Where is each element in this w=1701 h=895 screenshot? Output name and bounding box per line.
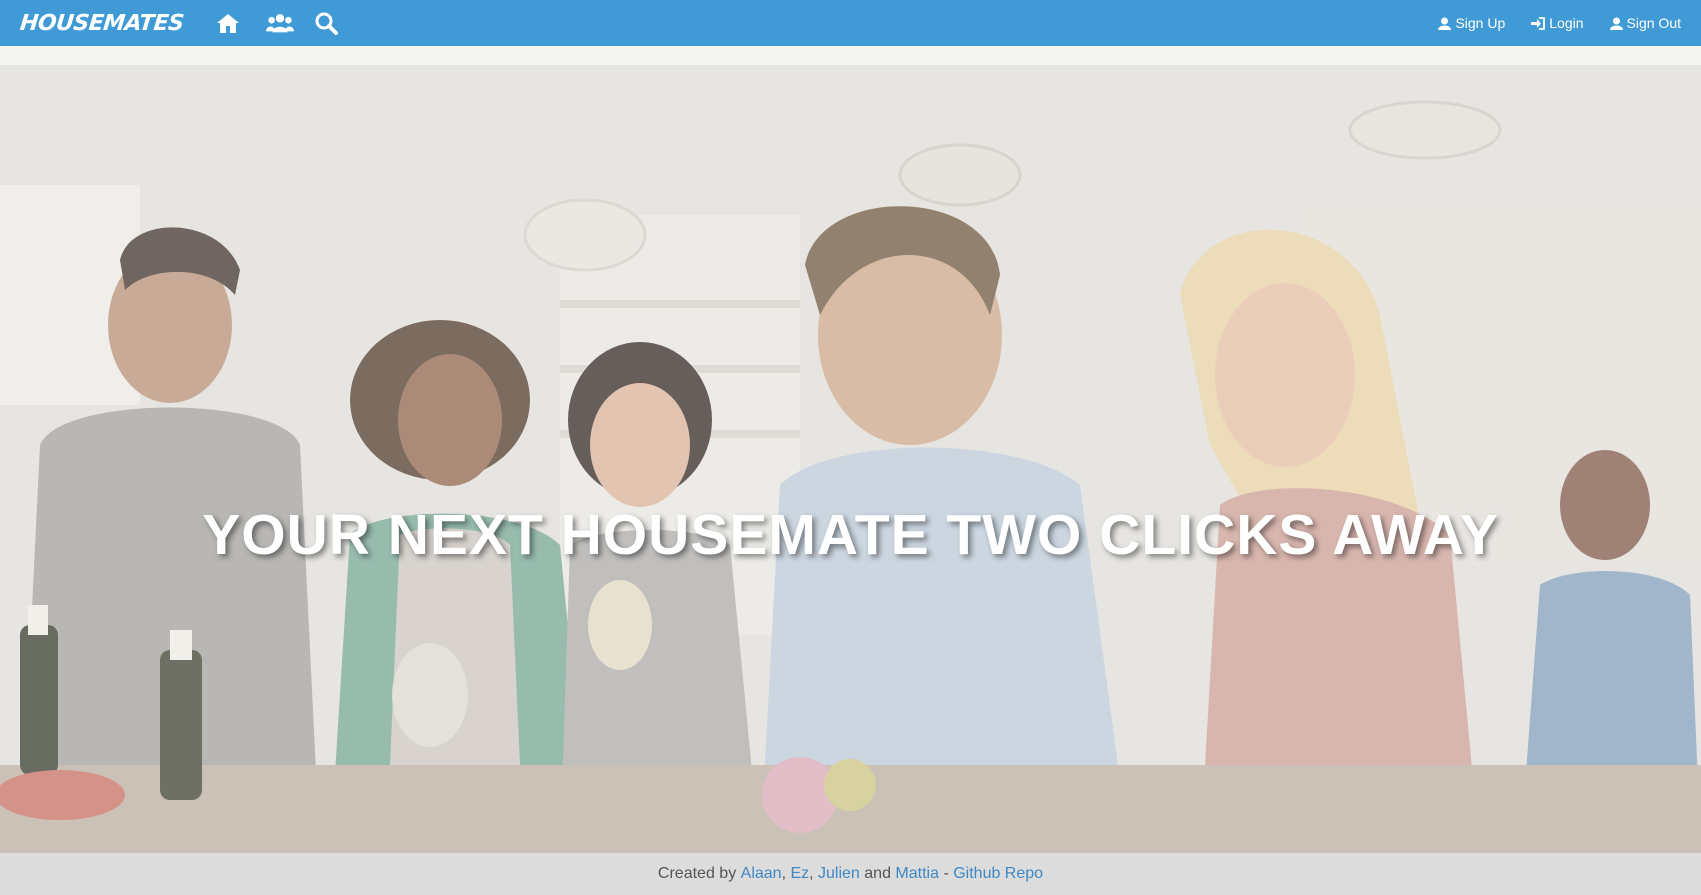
hero-title: YOUR NEXT HOUSEMATE TWO CLICKS AWAY: [202, 503, 1499, 567]
github-repo-link[interactable]: Github Repo: [953, 865, 1043, 883]
hero-overlay: [0, 65, 1701, 853]
user-icon: [1438, 17, 1452, 30]
footer-dash: -: [939, 865, 954, 882]
user-icon: [1609, 17, 1623, 30]
login-link[interactable]: Login: [1531, 15, 1584, 31]
author-link-ez[interactable]: Ez: [790, 865, 809, 883]
account-nav: Sign Up Login Sign Out: [1438, 0, 1681, 46]
search-icon[interactable]: [312, 9, 340, 37]
login-icon: [1531, 16, 1546, 30]
author-link-mattia[interactable]: Mattia: [895, 865, 939, 883]
footer-and: and: [859, 865, 896, 882]
brand-logo[interactable]: HOUSEMATES: [19, 11, 185, 36]
footer: Created by Alaan , Ez , Julien and Matti…: [0, 853, 1701, 895]
sign-out-label: Sign Out: [1626, 15, 1681, 31]
navbar-spacer: [0, 46, 1701, 65]
sign-out-link[interactable]: Sign Out: [1609, 15, 1681, 31]
users-icon[interactable]: [265, 9, 294, 37]
footer-prefix: Created by: [657, 865, 741, 882]
author-link-alaan[interactable]: Alaan: [741, 865, 782, 883]
login-label: Login: [1549, 15, 1584, 31]
author-link-julien[interactable]: Julien: [818, 865, 860, 883]
footer-separator: ,: [781, 865, 791, 882]
home-icon[interactable]: [214, 9, 242, 37]
sign-up-label: Sign Up: [1455, 15, 1506, 31]
hero-banner: YOUR NEXT HOUSEMATE TWO CLICKS AWAY: [0, 65, 1701, 853]
navbar: HOUSEMATES Sign Up Login Sign Out: [0, 0, 1701, 46]
footer-separator: ,: [809, 865, 819, 882]
sign-up-link[interactable]: Sign Up: [1438, 15, 1505, 31]
